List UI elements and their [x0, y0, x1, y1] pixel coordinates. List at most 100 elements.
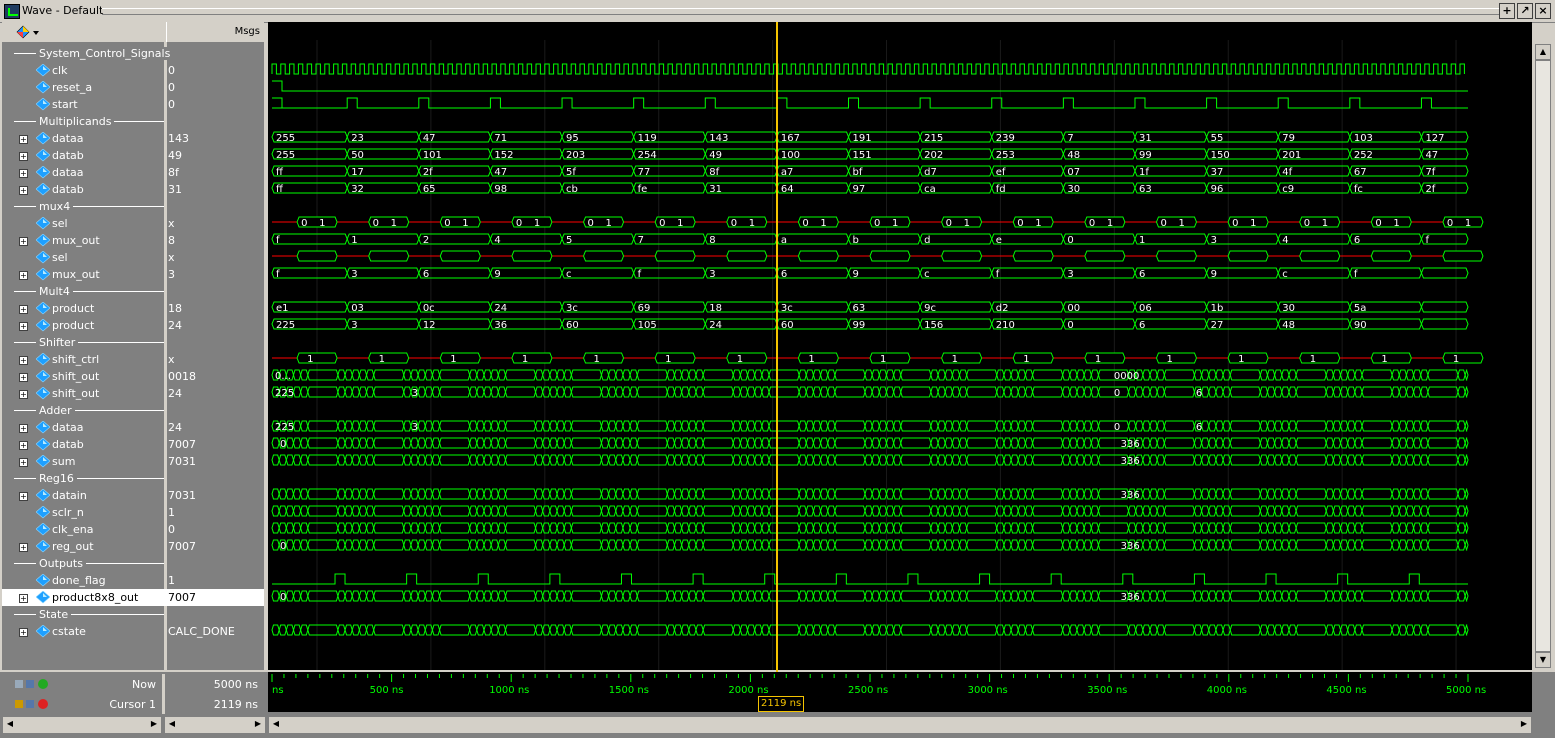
- expand-icon[interactable]: +: [19, 271, 28, 280]
- signal-group[interactable]: Shifter: [2, 334, 264, 351]
- signal-name[interactable]: clk_ena: [52, 523, 93, 536]
- scroll-up-arrow[interactable]: ▲: [1535, 44, 1551, 60]
- expand-icon[interactable]: +: [19, 458, 28, 467]
- signal-row[interactable]: sclr_n 1: [2, 504, 264, 521]
- expand-icon[interactable]: +: [19, 594, 28, 603]
- now-toolbar-icons[interactable]: [14, 677, 50, 691]
- values-scroll-left[interactable]: ◀: [165, 717, 179, 731]
- close-icon[interactable]: ×: [1535, 3, 1551, 19]
- signal-name[interactable]: shift_out: [52, 370, 99, 383]
- signal-name[interactable]: mux_out: [52, 234, 100, 247]
- signal-name[interactable]: datab: [52, 438, 84, 451]
- signal-name[interactable]: datab: [52, 183, 84, 196]
- signal-name[interactable]: product: [52, 302, 94, 315]
- wave-scroll-right[interactable]: ▶: [1517, 717, 1531, 731]
- waveform-canvas[interactable]: 255 23 47 71 95 119 143 167 191 215 239 7 31 55 79 103 1…: [268, 22, 1532, 670]
- scroll-down-arrow[interactable]: ▼: [1535, 652, 1551, 668]
- signal-name[interactable]: sum: [52, 455, 75, 468]
- signal-row[interactable]: + sum 7031: [2, 453, 264, 470]
- signal-name[interactable]: datain: [52, 489, 87, 502]
- signal-row[interactable]: reset_a 0: [2, 79, 264, 96]
- signal-name[interactable]: product: [52, 319, 94, 332]
- signal-row[interactable]: sel x: [2, 249, 264, 266]
- signal-group[interactable]: Adder: [2, 402, 264, 419]
- values-hscroll[interactable]: ◀ ▶: [164, 716, 266, 734]
- signal-group[interactable]: Mult4: [2, 283, 264, 300]
- cursor-value[interactable]: 2119 ns: [168, 698, 258, 711]
- signal-group[interactable]: Reg16: [2, 470, 264, 487]
- titlebar-grip[interactable]: [102, 8, 1505, 15]
- expand-icon[interactable]: +: [19, 441, 28, 450]
- expand-icon[interactable]: +: [19, 169, 28, 178]
- expand-icon[interactable]: +: [19, 543, 28, 552]
- signal-name[interactable]: product8x8_out: [52, 591, 138, 604]
- signal-name[interactable]: done_flag: [52, 574, 106, 587]
- waveform-pane[interactable]: 255 23 47 71 95 119 143 167 191 215 239 7 31 55 79 103 1…: [268, 22, 1532, 670]
- time-axis[interactable]: ns 500 ns 1000 ns 1500 ns 2000 ns 2500 ns 3000…: [268, 672, 1532, 712]
- names-scroll-right[interactable]: ▶: [147, 717, 161, 731]
- signal-row[interactable]: + shift_ctrl x: [2, 351, 264, 368]
- expand-icon[interactable]: +: [19, 492, 28, 501]
- values-scroll-right[interactable]: ▶: [251, 717, 265, 731]
- signal-name[interactable]: shift_ctrl: [52, 353, 99, 366]
- wave-scroll-left[interactable]: ◀: [269, 717, 283, 731]
- signal-row[interactable]: + datain 7031: [2, 487, 264, 504]
- signal-row[interactable]: + datab 31: [2, 181, 264, 198]
- expand-icon[interactable]: +: [19, 424, 28, 433]
- signal-name[interactable]: dataa: [52, 166, 84, 179]
- undock-icon[interactable]: ↗: [1517, 3, 1533, 19]
- signal-row[interactable]: + dataa 24: [2, 419, 264, 436]
- signal-row[interactable]: clk_ena 0: [2, 521, 264, 538]
- signal-row[interactable]: + reg_out 7007: [2, 538, 264, 555]
- signal-row[interactable]: + datab 7007: [2, 436, 264, 453]
- signal-row[interactable]: + dataa 8f: [2, 164, 264, 181]
- signal-row[interactable]: + product 24: [2, 317, 264, 334]
- signal-name[interactable]: reset_a: [52, 81, 92, 94]
- vertical-scrollbar[interactable]: ▲ ▼: [1534, 44, 1551, 668]
- expand-icon[interactable]: +: [19, 373, 28, 382]
- signal-name[interactable]: clk: [52, 64, 67, 77]
- signal-group[interactable]: Outputs: [2, 555, 264, 572]
- expand-icon[interactable]: +: [19, 186, 28, 195]
- signal-group[interactable]: System_Control_Signals: [2, 45, 264, 62]
- signal-name[interactable]: datab: [52, 149, 84, 162]
- signal-row[interactable]: + shift_out 0018: [2, 368, 264, 385]
- signal-name[interactable]: mux_out: [52, 268, 100, 281]
- signal-row[interactable]: + mux_out 3: [2, 266, 264, 283]
- expand-icon[interactable]: +: [19, 390, 28, 399]
- signal-row[interactable]: + datab 49: [2, 147, 264, 164]
- expand-icon[interactable]: +: [19, 237, 28, 246]
- vertical-scroll-thumb[interactable]: [1535, 60, 1551, 652]
- expand-icon[interactable]: +: [19, 356, 28, 365]
- signal-row[interactable]: sel x: [2, 215, 264, 232]
- signal-row[interactable]: start 0: [2, 96, 264, 113]
- dock-button[interactable]: +: [1499, 3, 1515, 19]
- cursor-label[interactable]: Cursor 1: [52, 698, 156, 711]
- expand-icon[interactable]: +: [19, 152, 28, 161]
- signal-row[interactable]: + product 18: [2, 300, 264, 317]
- signal-name[interactable]: sclr_n: [52, 506, 84, 519]
- signal-name[interactable]: start: [52, 98, 78, 111]
- signal-row[interactable]: clk 0: [2, 62, 264, 79]
- names-scroll-left[interactable]: ◀: [3, 717, 17, 731]
- signal-name[interactable]: shift_out: [52, 387, 99, 400]
- signal-name[interactable]: sel: [52, 251, 68, 264]
- signal-name[interactable]: cstate: [52, 625, 86, 638]
- signal-group[interactable]: Multiplicands: [2, 113, 264, 130]
- cursor-1-line[interactable]: [776, 22, 778, 697]
- signal-name[interactable]: dataa: [52, 132, 84, 145]
- names-hscroll[interactable]: ◀ ▶: [2, 716, 162, 734]
- signal-name[interactable]: reg_out: [52, 540, 94, 553]
- signal-row[interactable]: + cstate CALC_DONE: [2, 623, 264, 640]
- diamond-menu-icon[interactable]: [16, 25, 42, 39]
- expand-icon[interactable]: +: [19, 305, 28, 314]
- cursor-toolbar-icons[interactable]: [14, 697, 50, 711]
- wave-hscroll[interactable]: ◀ ▶: [268, 716, 1532, 734]
- signal-group[interactable]: State: [2, 606, 264, 623]
- signal-row[interactable]: + shift_out 24: [2, 385, 264, 402]
- expand-icon[interactable]: +: [19, 628, 28, 637]
- signal-row[interactable]: done_flag 1: [2, 572, 264, 589]
- signal-group[interactable]: mux4: [2, 198, 264, 215]
- expand-icon[interactable]: +: [19, 322, 28, 331]
- signal-name[interactable]: dataa: [52, 421, 84, 434]
